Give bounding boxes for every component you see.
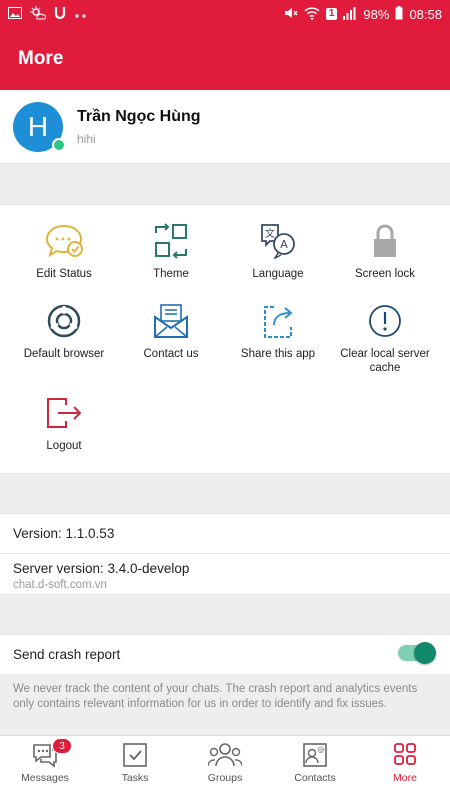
menu-item-screen-lock[interactable]: Screen lock xyxy=(329,223,441,281)
signal-icon xyxy=(343,6,357,22)
sim-icon: 1 xyxy=(325,8,338,20)
nav-item-contacts[interactable]: @ Contacts xyxy=(270,736,360,800)
share-icon xyxy=(264,306,293,338)
menu-item-share-this-app[interactable]: Share this app xyxy=(222,303,334,361)
image-icon xyxy=(8,7,22,21)
crash-report-row[interactable]: Send crash report xyxy=(0,634,450,674)
theme-icon xyxy=(155,223,187,259)
bottom-nav: 3 Messages Tasks Groups @ Contacts More xyxy=(0,735,450,800)
menu-item-theme[interactable]: Theme xyxy=(115,223,227,281)
wifi-icon xyxy=(304,6,320,22)
menu-item-default-browser[interactable]: Default browser xyxy=(8,303,120,361)
battery-icon xyxy=(395,6,403,22)
server-host: chat.d-soft.com.vn xyxy=(13,579,107,591)
avatar-initial: H xyxy=(27,110,49,142)
more-grid-icon xyxy=(394,743,416,765)
menu-item-label: Screen lock xyxy=(354,268,416,280)
nav-item-groups[interactable]: Groups xyxy=(180,736,270,800)
u-icon xyxy=(54,6,66,22)
info-icon xyxy=(369,305,401,337)
logout-icon xyxy=(47,398,82,428)
nav-label: Contacts xyxy=(294,772,336,784)
menu-item-label: Edit Status xyxy=(36,268,92,280)
menu-item-edit-status[interactable]: Edit Status xyxy=(8,223,120,281)
mail-icon xyxy=(154,304,188,338)
crash-report-label: Send crash report xyxy=(13,647,121,662)
nav-label: Messages xyxy=(21,772,69,784)
menu-item-label: Share this app xyxy=(240,348,316,360)
clock: 08:58 xyxy=(409,6,442,22)
battery-percent: 98% xyxy=(363,6,390,22)
crash-report-note: We never track the content of your chats… xyxy=(13,683,418,710)
svg-text:A: A xyxy=(280,238,288,251)
page-title: More xyxy=(18,48,64,69)
more-dots-icon xyxy=(74,8,88,21)
profile-name: Trần Ngọc Hùng xyxy=(77,107,201,125)
menu-item-contact-us[interactable]: Contact us xyxy=(115,303,227,361)
nav-item-messages[interactable]: 3 Messages xyxy=(0,736,90,800)
nav-item-more[interactable]: More xyxy=(360,736,450,800)
menu-grid: Edit Status Theme 文 A Language Screen lo… xyxy=(0,204,450,474)
menu-item-label: Default browser xyxy=(23,348,105,360)
lock-icon xyxy=(374,224,396,257)
weather-icon xyxy=(30,6,46,22)
svg-text:文: 文 xyxy=(265,227,275,240)
menu-item-label: Contact us xyxy=(143,348,199,360)
app-bar: More xyxy=(0,28,450,90)
language-icon: 文 A xyxy=(261,224,295,259)
menu-item-clear-cache[interactable]: Clear local server cache xyxy=(329,303,441,375)
menu-item-logout[interactable]: Logout xyxy=(8,395,120,453)
mute-icon xyxy=(284,6,298,22)
server-version: Server version: 3.4.0-develop xyxy=(13,561,190,576)
groups-icon xyxy=(208,743,242,767)
nav-item-tasks[interactable]: Tasks xyxy=(90,736,180,800)
online-status-indicator xyxy=(52,137,66,152)
contacts-icon: @ xyxy=(303,743,327,767)
browser-icon xyxy=(47,304,81,338)
toggle-knob xyxy=(414,642,436,664)
nav-label: Groups xyxy=(207,772,243,784)
nav-label: More xyxy=(393,772,417,784)
menu-item-language[interactable]: 文 A Language xyxy=(222,223,334,281)
menu-item-label: Language xyxy=(252,268,304,280)
svg-text:@: @ xyxy=(318,746,325,754)
app-version: Version: 1.1.0.53 xyxy=(0,514,450,554)
tasks-icon xyxy=(123,743,147,767)
version-info: Version: 1.1.0.53 Server version: 3.4.0-… xyxy=(0,513,450,595)
messages-badge: 3 xyxy=(52,738,72,754)
status-bar: 1 98% 08:58 xyxy=(0,0,450,28)
menu-item-label: Theme xyxy=(153,268,189,280)
crash-report-toggle[interactable] xyxy=(398,642,436,664)
chat-status-icon xyxy=(45,224,83,258)
menu-item-label: Clear local server cache xyxy=(340,348,430,374)
menu-item-label: Logout xyxy=(46,440,82,452)
avatar[interactable]: H xyxy=(13,101,66,152)
nav-label: Tasks xyxy=(121,772,149,784)
profile-row[interactable]: H Trần Ngọc Hùng hihi xyxy=(0,90,450,164)
profile-status: hihi xyxy=(77,131,96,146)
